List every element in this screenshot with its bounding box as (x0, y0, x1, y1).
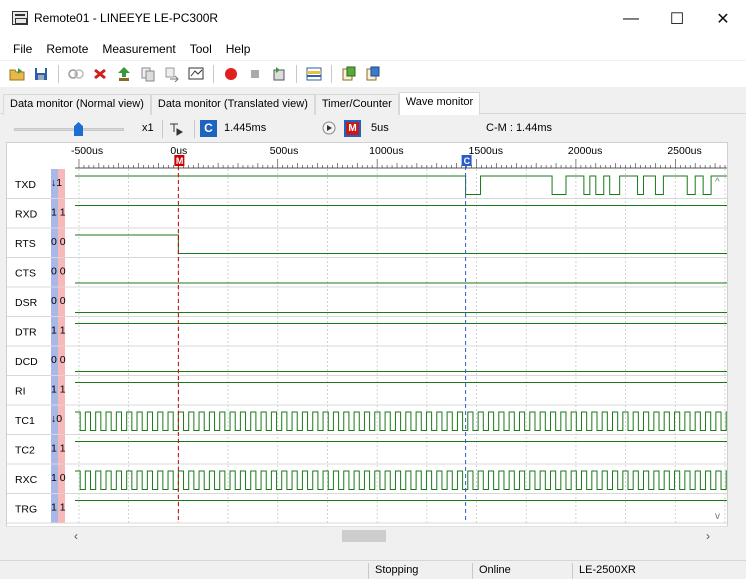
signal-name-dsr: DSR (15, 297, 38, 309)
panel-icon[interactable] (305, 65, 323, 83)
zoom-factor: x1 (142, 122, 154, 134)
status-connection: Online (472, 563, 570, 579)
status-state: Stopping (368, 563, 466, 579)
ruler-label: 2000us (568, 145, 602, 157)
step-value: 5us (371, 122, 389, 134)
toolbar-separator (331, 65, 332, 83)
tab-timer-counter[interactable]: Timer/Counter (314, 94, 399, 115)
close-button[interactable]: ✕ (700, 0, 746, 38)
signal-name-trg: TRG (15, 504, 37, 516)
scroll-right-icon[interactable]: › (706, 529, 710, 543)
monitor-icon[interactable] (187, 65, 205, 83)
copy-icon[interactable] (139, 65, 157, 83)
signal-name-ri: RI (15, 386, 26, 398)
status-bar: Stopping Online LE-2500XR (0, 560, 746, 579)
menu-bar: File Remote Measurement Tool Help (0, 38, 746, 60)
c-cursor-label: C (464, 156, 471, 166)
scroll-down-icon[interactable]: v (715, 511, 720, 522)
settings-icon[interactable] (270, 65, 288, 83)
signal-state-trg: 1 1 (51, 502, 66, 514)
signal-state-dtr: 1 1 (51, 325, 66, 337)
signal-state-ri: 1 1 (51, 384, 66, 396)
c-cursor-icon[interactable]: C (200, 120, 217, 137)
status-device: LE-2500XR (572, 563, 742, 579)
waveform-tc1 (75, 411, 727, 431)
scrollbar-thumb[interactable] (342, 530, 386, 542)
waveform-txd (75, 175, 727, 195)
zoom-slider-thumb[interactable] (74, 122, 83, 136)
signal-name-txd: TXD (15, 179, 36, 191)
signal-name-dcd: DCD (15, 356, 38, 368)
disconnect-icon[interactable] (91, 65, 109, 83)
zoom-slider-track (14, 128, 124, 131)
play-icon[interactable] (322, 121, 336, 138)
signal-state-tc2: 1 1 (51, 443, 66, 455)
m-cursor-label: M (176, 156, 184, 166)
signal-state-rts: 0 0 (51, 236, 66, 248)
signal-state-txd: ↓1 (51, 177, 62, 189)
cm-readout: C-M : 1.44ms (486, 122, 553, 134)
toolbar (0, 61, 746, 87)
wave-control-bar: x1 C 1.445ms M 5us C-M : 1.44ms (0, 117, 746, 141)
import-icon[interactable] (364, 65, 382, 83)
ruler-label: 500us (270, 145, 299, 157)
signal-name-dtr: DTR (15, 327, 37, 339)
signal-name-rxc: RXC (15, 474, 38, 486)
wave-display[interactable]: -500us 0us 500us 1000us 1500us 2000us 2500usTX… (7, 143, 727, 527)
signal-name-cts: CTS (15, 268, 36, 280)
ruler-label: 1500us (469, 145, 503, 157)
signal-state-rxc: 1 0 (51, 472, 66, 484)
wave-monitor-panel: -500us 0us 500us 1000us 1500us 2000us 2500us TX… (6, 142, 728, 542)
ruler-label: 2500us (667, 145, 701, 157)
tab-data-monitor-normal[interactable]: Data monitor (Normal view) (3, 94, 151, 115)
menu-measurement[interactable]: Measurement (95, 42, 182, 56)
signal-name-rts: RTS (15, 238, 36, 250)
window-title: Remote01 - LINEEYE LE-PC300R (34, 11, 219, 25)
app-icon (12, 11, 28, 25)
save-icon[interactable] (32, 65, 50, 83)
menu-help[interactable]: Help (219, 42, 258, 56)
signal-state-tc1: ↓0 (51, 413, 62, 425)
export-icon[interactable] (340, 65, 358, 83)
transfer-icon[interactable] (163, 65, 181, 83)
signal-name-tc1: TC1 (15, 415, 35, 427)
toolbar-separator (296, 65, 297, 83)
control-separator (194, 120, 195, 138)
zoom-slider[interactable] (14, 122, 124, 136)
waveform-rts (75, 234, 727, 254)
signal-state-rxd: 1 1 (51, 207, 66, 219)
signal-state-cts: 0 0 (51, 266, 66, 278)
maximize-button[interactable]: ☐ (654, 0, 700, 38)
signal-name-tc2: TC2 (15, 445, 35, 457)
scroll-left-icon[interactable]: ‹ (74, 529, 78, 543)
tab-bar: Data monitor (Normal view) Data monitor … (0, 92, 746, 115)
signal-state-dsr: 0 0 (51, 295, 66, 307)
signal-name-rxd: RXD (15, 209, 38, 221)
connect-icon[interactable] (67, 65, 85, 83)
c-cursor-value: 1.445ms (224, 122, 267, 134)
upload-icon[interactable] (115, 65, 133, 83)
record-icon[interactable] (222, 65, 240, 83)
ruler-label: -500us (71, 145, 103, 157)
stop-icon[interactable] (246, 65, 264, 83)
toolbar-separator (213, 65, 214, 83)
menu-remote[interactable]: Remote (39, 42, 95, 56)
toolbar-separator (58, 65, 59, 83)
menu-file[interactable]: File (6, 42, 39, 56)
scroll-up-icon[interactable]: ^ (715, 177, 720, 188)
minimize-button[interactable]: — (608, 0, 654, 38)
tab-data-monitor-translated[interactable]: Data monitor (Translated view) (150, 94, 315, 115)
menu-tool[interactable]: Tool (183, 42, 219, 56)
signal-state-dcd: 0 0 (51, 354, 66, 366)
horizontal-scrollbar[interactable]: ‹ › (6, 526, 728, 544)
title-bar: Remote01 - LINEEYE LE-PC300R — ☐ ✕ (0, 0, 746, 38)
tab-wave-monitor[interactable]: Wave monitor (398, 92, 481, 115)
m-cursor-icon[interactable]: M (344, 120, 361, 137)
ruler-label: 1000us (369, 145, 403, 157)
cursor-mode-icon[interactable] (168, 120, 184, 139)
waveform-rxc (75, 470, 727, 490)
open-icon[interactable] (8, 65, 26, 83)
control-separator (162, 120, 163, 138)
